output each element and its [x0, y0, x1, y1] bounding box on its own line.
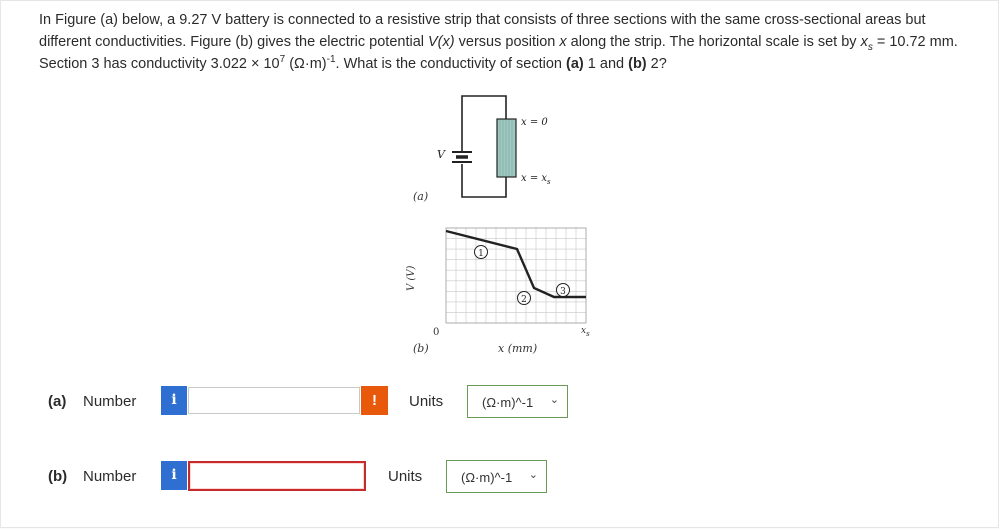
graph-grid	[446, 228, 586, 323]
units-select-b[interactable]: (Ω·m)^-1 ⌄	[446, 460, 547, 493]
strip-top-label: x = 0	[521, 117, 548, 128]
part-a-number-label: Number	[83, 393, 137, 410]
section-2-label: 2	[521, 295, 527, 305]
info-icon[interactable]: i	[161, 386, 187, 415]
battery-icon	[452, 151, 472, 163]
potential-graph: 1 2 3 V (V) 0 xs x (mm) (b)	[406, 227, 590, 355]
graph-origin-label: 0	[433, 327, 439, 338]
units-label-b: Units	[388, 468, 423, 485]
answer-row-b: (b) Number i Units (Ω·m)^-1 ⌄	[1, 460, 999, 494]
units-select-b-value: (Ω·m)^-1	[461, 470, 513, 485]
strip-bottom-label: x = xs	[521, 173, 551, 186]
physics-figure: V x = 0 x = xs (a) 1 2 3 V (V) 0 xs x (m…	[406, 95, 590, 355]
graph-xs-label: xs	[581, 326, 590, 338]
chevron-down-icon: ⌄	[549, 394, 559, 406]
question-panel: In Figure (a) below, a 9.27 V battery is…	[0, 0, 999, 528]
figure-a-caption: (a)	[413, 190, 428, 203]
answer-input-a[interactable]	[188, 387, 360, 414]
graph-x-axis-label: x (mm)	[498, 342, 537, 355]
units-label-a: Units	[409, 393, 444, 410]
section-3-label: 3	[560, 287, 566, 297]
section-1-label: 1	[478, 249, 484, 259]
warning-icon[interactable]: !	[361, 386, 388, 415]
graph-y-axis-label: V (V)	[406, 265, 417, 291]
figure-b-caption: (b)	[413, 342, 429, 355]
info-icon[interactable]: i	[161, 461, 187, 490]
units-select-a-value: (Ω·m)^-1	[482, 395, 534, 410]
units-select-a[interactable]: (Ω·m)^-1 ⌄	[467, 385, 568, 418]
answer-input-b[interactable]	[188, 461, 366, 491]
battery-label: V	[437, 148, 446, 161]
answer-row-a: (a) Number i ! Units (Ω·m)^-1 ⌄	[1, 385, 999, 419]
chevron-down-icon: ⌄	[528, 469, 538, 481]
part-b-label: (b)	[48, 468, 68, 485]
part-b-number-label: Number	[83, 468, 137, 485]
part-a-label: (a)	[48, 393, 67, 410]
